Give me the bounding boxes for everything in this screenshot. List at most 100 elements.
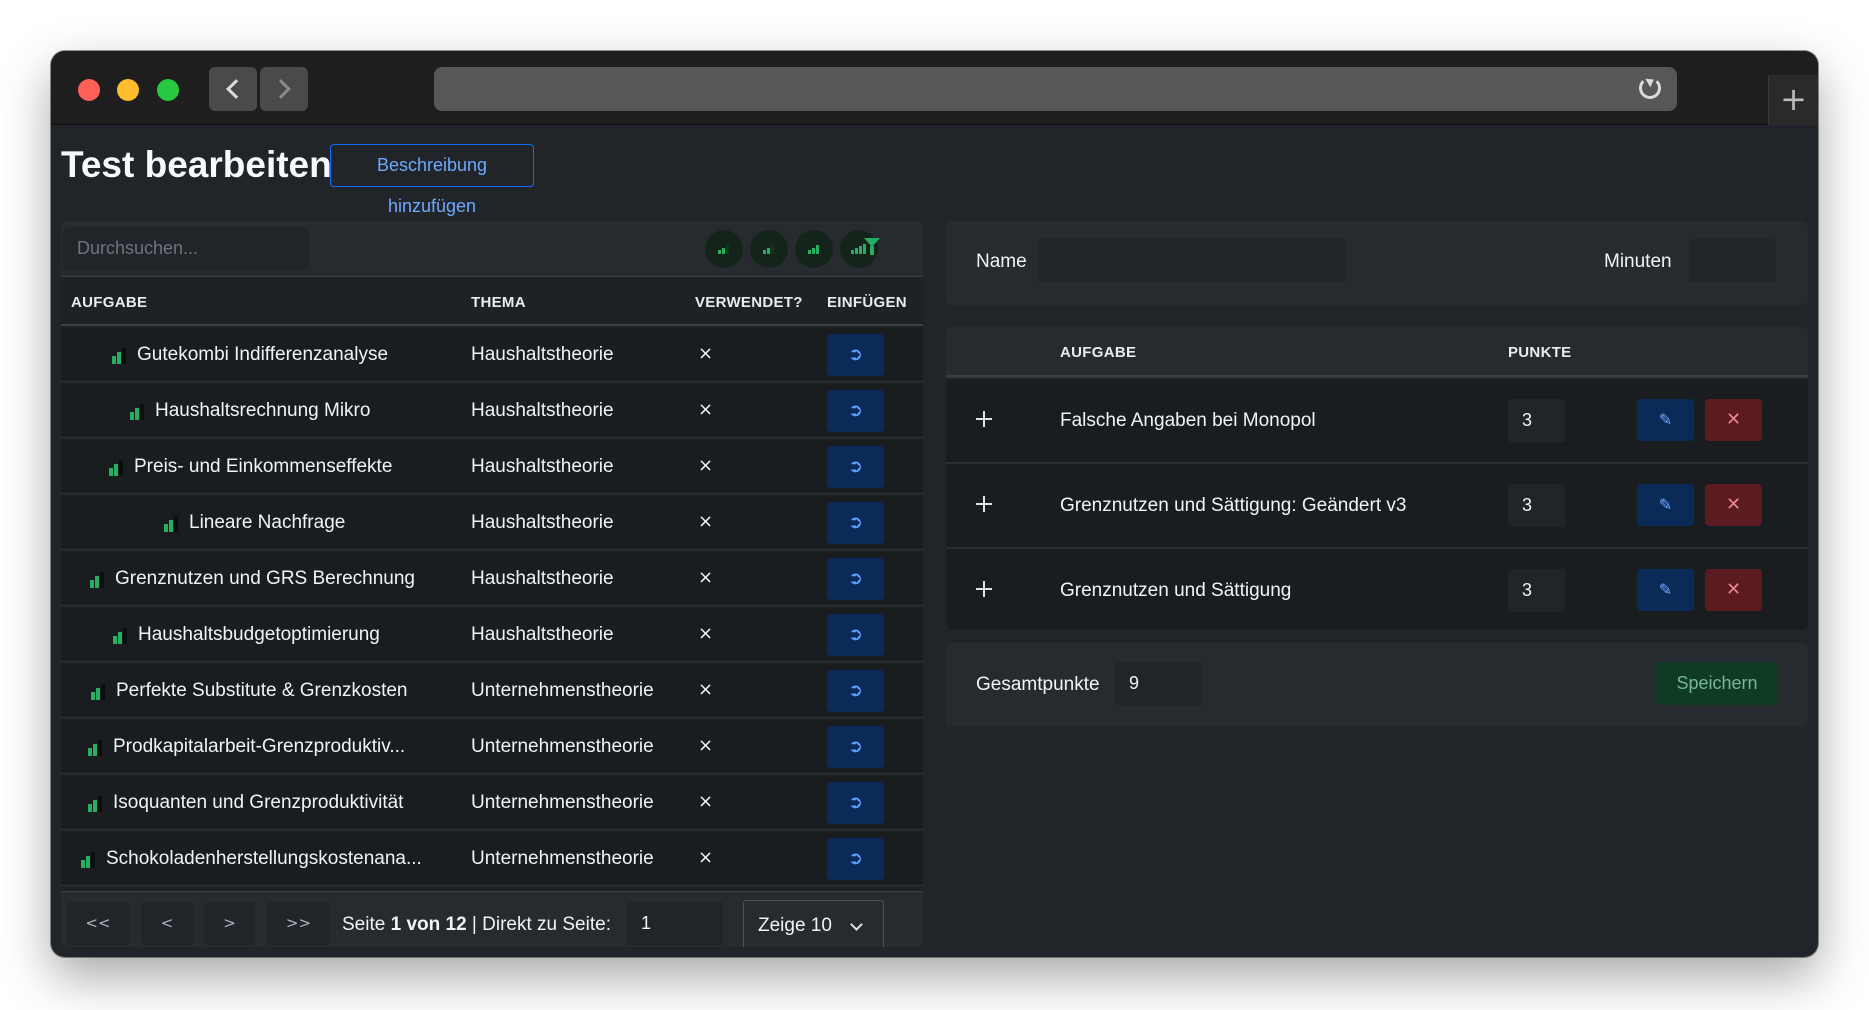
last-page-button[interactable]: >> (267, 902, 330, 945)
first-page-button[interactable]: << (67, 902, 129, 945)
summary-card: Gesamtpunkte 9 Speichern (946, 643, 1808, 727)
page-indicator: Seite 1 von 12 | Direkt zu Seite: (342, 914, 611, 935)
pencil-icon: ✎ (1658, 580, 1673, 599)
reload-icon[interactable] (1639, 77, 1661, 99)
points-input[interactable]: 3 (1508, 399, 1565, 442)
difficulty-filter-3-button[interactable] (795, 230, 833, 268)
not-used-icon: × (698, 623, 714, 644)
search-input[interactable] (63, 227, 309, 270)
browser-titlebar: + (51, 51, 1818, 125)
maximize-window-button[interactable] (157, 79, 179, 101)
not-used-icon: × (698, 511, 714, 532)
arrow-right-icon: ➲ (847, 344, 864, 365)
table-row: Haushaltsbudgetoptimierung Haushaltstheor… (61, 608, 923, 662)
insert-task-button[interactable]: ➲ (827, 558, 884, 600)
task-name: Gutekombi Indifferenzanalyse (137, 344, 389, 365)
search-toolbar (61, 221, 923, 276)
insert-task-button[interactable]: ➲ (827, 614, 884, 656)
difficulty-icon (91, 684, 109, 700)
points-input[interactable]: 3 (1508, 569, 1565, 612)
task-topic: Haushaltstheorie (471, 344, 614, 365)
minimize-window-button[interactable] (117, 79, 139, 101)
forward-button[interactable] (260, 67, 308, 111)
minutes-input[interactable] (1689, 239, 1776, 282)
add-description-button[interactable]: Beschreibung hinzufügen (330, 144, 534, 216)
arrow-right-icon: ➲ (847, 792, 864, 813)
edit-task-button[interactable]: ✎ (1637, 399, 1694, 441)
task-topic: Haushaltstheorie (471, 456, 614, 477)
prev-page-button[interactable]: < (141, 902, 193, 945)
table-row: Lineare Nachfrage Haushaltstheorie × ➲ (61, 496, 923, 550)
filter-icon[interactable] (864, 238, 880, 255)
edit-task-button[interactable]: ✎ (1637, 484, 1694, 526)
table-row: Gutekombi Indifferenzanalyse Haushaltsthe… (61, 328, 923, 382)
selected-task-title: Grenznutzen und Sättigung: Geändert v3 (1060, 495, 1407, 516)
difficulty-icon (113, 628, 131, 644)
chevron-down-icon (850, 918, 863, 931)
insert-task-button[interactable]: ➲ (827, 334, 884, 376)
table-row: Haushaltsrechnung Mikro Haushaltstheorie ×… (61, 384, 923, 438)
save-button[interactable]: Speichern (1656, 662, 1778, 705)
remove-task-button[interactable]: ✕ (1705, 569, 1762, 611)
insert-task-button[interactable]: ➲ (827, 502, 884, 544)
not-used-icon: × (698, 455, 714, 476)
arrow-right-icon: ➲ (847, 512, 864, 533)
task-name: Lineare Nachfrage (189, 512, 346, 533)
jump-to-page-input[interactable] (627, 902, 723, 945)
not-used-icon: × (698, 847, 714, 868)
arrow-right-icon: ➲ (847, 400, 864, 421)
next-page-button[interactable]: > (204, 902, 255, 945)
difficulty-icon (130, 404, 148, 420)
chevron-left-icon (226, 79, 246, 99)
close-icon: ✕ (1725, 579, 1742, 600)
difficulty-icon (88, 740, 106, 756)
arrow-right-icon: ➲ (847, 456, 864, 477)
remove-task-button[interactable]: ✕ (1705, 399, 1762, 441)
back-button[interactable] (209, 67, 257, 111)
drag-handle-icon[interactable] (974, 579, 994, 599)
task-name: Isoquanten und Grenzproduktivität (113, 792, 404, 813)
task-topic: Haushaltstheorie (471, 568, 614, 589)
column-header-task[interactable]: AUFGABE (71, 294, 147, 311)
selected-task-title: Falsche Angaben bei Monopol (1060, 410, 1316, 431)
arrow-right-icon: ➲ (847, 624, 864, 645)
insert-task-button[interactable]: ➲ (827, 838, 884, 880)
task-topic: Unternehmenstheorie (471, 680, 654, 701)
task-topic: Haushaltstheorie (471, 624, 614, 645)
drag-handle-icon[interactable] (974, 494, 994, 514)
insert-task-button[interactable]: ➲ (827, 782, 884, 824)
edit-task-button[interactable]: ✎ (1637, 569, 1694, 611)
close-window-button[interactable] (78, 79, 100, 101)
browser-window: + Test bearbeiten Beschreibung hinzufüge… (51, 51, 1818, 957)
points-input[interactable]: 3 (1508, 484, 1565, 527)
total-points-label: Gesamtpunkte (976, 674, 1100, 695)
table-row: Prodkapitalarbeit-Grenzproduktiv... Unter… (61, 720, 923, 774)
insert-task-button[interactable]: ➲ (827, 446, 884, 488)
new-tab-button[interactable]: + (1768, 75, 1818, 125)
task-name: Schokoladenherstellungskostenana... (106, 848, 422, 869)
remove-task-button[interactable]: ✕ (1705, 484, 1762, 526)
column-header-topic[interactable]: THEMA (471, 294, 526, 311)
difficulty-icon (109, 460, 127, 476)
task-topic: Haushaltstheorie (471, 400, 614, 421)
difficulty-filter-2-button[interactable] (750, 230, 788, 268)
address-bar[interactable] (434, 67, 1677, 111)
close-icon: ✕ (1725, 409, 1742, 430)
insert-task-button[interactable]: ➲ (827, 670, 884, 712)
page-size-select[interactable]: Zeige 10 (743, 900, 884, 947)
column-header-insert: EINFÜGEN (827, 294, 907, 311)
selected-task-row[interactable]: Grenznutzen und Sättigung: Geändert v3 3 ✎… (946, 464, 1808, 548)
difficulty-filter-1-button[interactable] (705, 230, 743, 268)
insert-task-button[interactable]: ➲ (827, 726, 884, 768)
drag-handle-icon[interactable] (974, 409, 994, 429)
difficulty-icon (81, 852, 99, 868)
selected-task-row[interactable]: Grenznutzen und Sättigung 3 ✎ ✕ (946, 549, 1808, 630)
not-used-icon: × (698, 735, 714, 756)
chevron-right-icon (271, 79, 291, 99)
task-topic: Unternehmenstheorie (471, 736, 654, 757)
name-label: Name (976, 251, 1027, 272)
name-input[interactable] (1039, 239, 1345, 282)
column-header-used[interactable]: VERWENDET? (695, 294, 803, 311)
selected-task-row[interactable]: Falsche Angaben bei Monopol 3 ✎ ✕ (946, 379, 1808, 463)
insert-task-button[interactable]: ➲ (827, 390, 884, 432)
